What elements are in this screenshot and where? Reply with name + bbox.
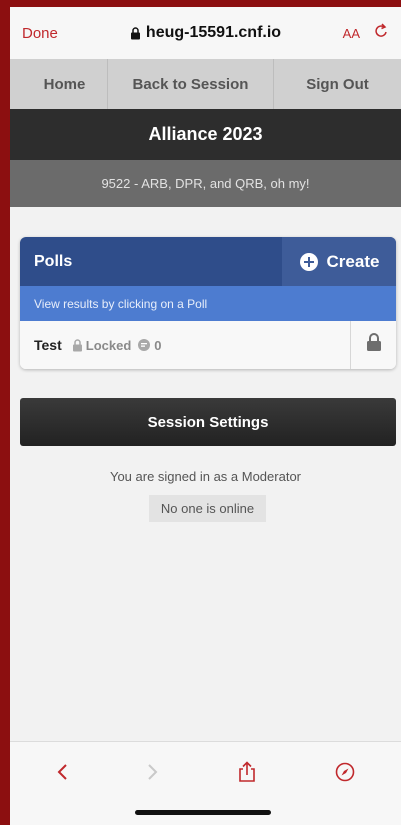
comment-icon — [137, 338, 151, 352]
main-content: Polls Create View results by clicking on… — [10, 207, 401, 747]
done-button[interactable]: Done — [22, 25, 82, 42]
poll-comments: 0 — [137, 337, 162, 353]
back-chevron-icon[interactable] — [56, 763, 68, 781]
top-nav: Home Back to Session Sign Out — [10, 59, 401, 109]
poll-name: Test — [34, 337, 62, 353]
create-label: Create — [326, 251, 380, 271]
polls-hint: View results by clicking on a Poll — [20, 286, 396, 321]
lock-icon — [72, 338, 83, 352]
poll-lock-toggle[interactable] — [350, 321, 396, 369]
home-indicator — [135, 810, 271, 815]
reload-icon[interactable] — [374, 22, 389, 44]
safari-bottom-toolbar — [10, 741, 401, 825]
session-settings-button[interactable]: Session Settings — [20, 398, 396, 446]
lock-icon — [130, 26, 141, 40]
plus-circle-icon — [299, 252, 319, 272]
polls-card: Polls Create View results by clicking on… — [20, 237, 396, 369]
page-title: Alliance 2023 — [10, 109, 401, 160]
url-text: heug-15591.cnf.io — [145, 24, 282, 41]
polls-header: Polls Create — [20, 237, 396, 286]
signed-in-text: You are signed in as a Moderator — [109, 469, 302, 484]
online-status: No one is online — [149, 495, 266, 522]
poll-row[interactable]: Test Locked 0 — [20, 321, 396, 369]
share-icon[interactable] — [238, 761, 256, 783]
lock-icon — [366, 333, 382, 357]
nav-home[interactable]: Home — [10, 59, 108, 109]
text-size-button[interactable]: AA — [343, 26, 360, 41]
poll-status-label: Locked — [85, 337, 132, 353]
nav-back-to-session[interactable]: Back to Session — [108, 59, 274, 109]
forward-chevron-icon[interactable] — [147, 763, 159, 781]
poll-status: Locked — [72, 337, 132, 353]
phone-screen: Done heug-15591.cnf.io AA Home Back to S… — [10, 7, 401, 825]
poll-comment-count: 0 — [154, 337, 162, 353]
create-poll-button[interactable]: Create — [282, 237, 396, 286]
compass-icon[interactable] — [335, 762, 355, 782]
address-bar[interactable]: heug-15591.cnf.io — [130, 24, 281, 42]
session-name: 9522 - ARB, DPR, and QRB, oh my! — [10, 160, 401, 207]
polls-title: Polls — [34, 252, 73, 270]
nav-sign-out[interactable]: Sign Out — [274, 59, 401, 109]
safari-top-bar: Done heug-15591.cnf.io AA — [10, 7, 401, 59]
